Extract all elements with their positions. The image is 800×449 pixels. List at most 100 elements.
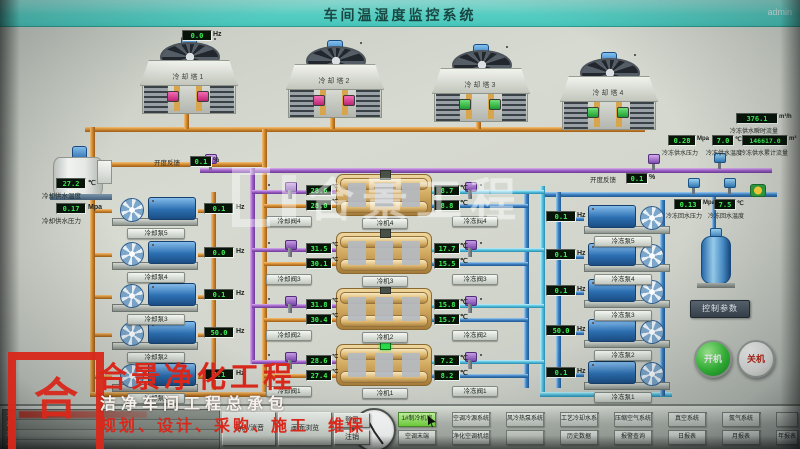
pump-label: 冷却泵3 bbox=[127, 314, 185, 325]
cooling-valve-icon[interactable] bbox=[284, 296, 296, 313]
cooling-tower-1[interactable]: 冷却塔1 bbox=[140, 36, 236, 114]
expansion-tank[interactable] bbox=[700, 228, 732, 288]
pipe bbox=[95, 295, 112, 299]
pipe bbox=[95, 333, 112, 337]
valve-label: 冷冻阀2 bbox=[452, 330, 498, 341]
nav-daily-report[interactable]: 日报表 bbox=[668, 430, 706, 445]
chw-out-temp-display: 15.8 bbox=[434, 299, 460, 310]
pipe bbox=[200, 168, 772, 173]
compressor-icons bbox=[348, 297, 420, 321]
celsius-unit-label: ℃ bbox=[332, 184, 338, 190]
cooling-tower-4[interactable]: 冷却塔4 bbox=[560, 52, 656, 130]
celsius-unit-label: ℃ bbox=[460, 242, 468, 250]
temp-transmitter-icon bbox=[724, 178, 734, 193]
nav-ahu-terminals[interactable]: 空调末端 bbox=[398, 430, 436, 445]
chw-in-temp-display: 8.8 bbox=[434, 200, 460, 211]
login-button[interactable]: 登录 bbox=[334, 413, 370, 428]
cooling-pump-3[interactable] bbox=[112, 282, 198, 312]
cooling-pump-4[interactable] bbox=[112, 240, 198, 270]
impeller-icon bbox=[640, 206, 664, 230]
nav-indicator bbox=[489, 430, 502, 443]
celsius-unit-label: ℃ bbox=[460, 369, 468, 377]
alarm-row[interactable]: 3 bbox=[3, 430, 219, 440]
impeller-icon bbox=[120, 322, 144, 346]
alarm-indicator-icon bbox=[268, 354, 280, 360]
nav-alarm-query[interactable]: 报警查询 bbox=[614, 430, 652, 445]
chilled-pump-2[interactable] bbox=[584, 318, 670, 348]
nav-button-blank[interactable] bbox=[506, 430, 544, 445]
valve-label: 冷却阀3 bbox=[266, 274, 312, 285]
chw-supply-pressure-label: 冷冻供水压力 bbox=[662, 148, 698, 157]
alarm-indicator-icon bbox=[360, 42, 372, 48]
cooling-pump-5[interactable] bbox=[112, 196, 198, 226]
hz-unit-label: Hz bbox=[213, 31, 222, 38]
tower-valve-icon bbox=[343, 95, 355, 106]
cooling-tower-3[interactable]: 冷却塔3 bbox=[432, 44, 528, 122]
cooling-pump-1[interactable] bbox=[112, 362, 198, 392]
pump-hz-display: 0.0 bbox=[204, 247, 234, 258]
nav-indicator bbox=[651, 412, 664, 425]
nav-yearly-report[interactable]: 年报表 bbox=[776, 430, 798, 445]
nav-vacuum-system[interactable]: 真空系统 bbox=[668, 412, 706, 427]
celsius-unit-label: ℃ bbox=[460, 298, 468, 306]
alarm-row[interactable]: 1 bbox=[3, 410, 219, 420]
nav-air-cooled-heatpump[interactable]: 风冷热泵系统 bbox=[506, 412, 544, 427]
chw-return-pressure-display: 0.13 bbox=[674, 199, 702, 210]
chiller-1[interactable] bbox=[336, 344, 432, 386]
hz-unit-label: Hz bbox=[236, 290, 245, 297]
supply-temp-display: 27.2 bbox=[56, 178, 86, 189]
percent-unit-label: % bbox=[649, 174, 655, 181]
chiller-2[interactable] bbox=[336, 288, 432, 330]
stop-button[interactable]: 关机 bbox=[737, 340, 775, 378]
alarm-list[interactable]: 1 2 3 4 bbox=[2, 409, 220, 449]
nav-compressed-air[interactable]: 压缩空气系统 bbox=[614, 412, 652, 427]
nav-button-blank[interactable] bbox=[776, 412, 798, 427]
impeller-icon bbox=[640, 320, 664, 344]
alarm-indicator-icon bbox=[634, 54, 646, 60]
nav-hvac-cold-source[interactable]: 空调冷源系统 bbox=[452, 412, 490, 427]
valve-feedback-display: 0.1 bbox=[626, 173, 648, 184]
chw-in-temp-display: 15.5 bbox=[434, 258, 460, 269]
chiller-4[interactable] bbox=[336, 174, 432, 216]
celsius-unit-label: ℃ bbox=[332, 257, 338, 263]
control-params-button[interactable]: 控制参数 bbox=[690, 300, 750, 318]
hz-unit-label: Hz bbox=[577, 286, 586, 293]
chw-supply-pressure-display: 0.28 bbox=[668, 135, 696, 146]
pipe bbox=[95, 375, 112, 379]
pump-label: 冷冻泵5 bbox=[594, 236, 652, 247]
nav-history-data[interactable]: 历史数据 bbox=[560, 430, 598, 445]
total-flow-label: 冷冻供水累计流量 bbox=[740, 148, 788, 157]
chw-return-temp-label: 冷冻回水温度 bbox=[708, 211, 744, 220]
chilled-pump-1[interactable] bbox=[584, 360, 670, 390]
pump-hz-display: 0.1 bbox=[204, 369, 234, 380]
ball-valve-icon[interactable] bbox=[750, 184, 766, 197]
cw-out-temp-display: 30.1 bbox=[306, 258, 332, 269]
cooling-valve-icon[interactable] bbox=[284, 182, 296, 199]
alarm-row[interactable]: 2 bbox=[3, 420, 219, 430]
chiller-label: 冷机4 bbox=[362, 218, 408, 229]
tower-valve-icon bbox=[587, 107, 599, 118]
nav-monthly-report[interactable]: 月报表 bbox=[722, 430, 760, 445]
nav-indicator bbox=[759, 430, 772, 443]
chiller-3[interactable] bbox=[336, 232, 432, 274]
pipe bbox=[524, 190, 529, 388]
start-button[interactable]: 开机 bbox=[694, 340, 732, 378]
chw-out-temp-display: 7.2 bbox=[434, 355, 460, 366]
chilled-pump-5[interactable] bbox=[584, 204, 670, 234]
status-indicator-icon bbox=[592, 208, 606, 215]
logout-button[interactable]: 注销 bbox=[334, 430, 370, 445]
alarm-ack-button[interactable]: 确认/消音 bbox=[222, 412, 276, 446]
nav-clean-ahu[interactable]: 净化空调机组 bbox=[452, 430, 490, 445]
valve-label: 冷却阀1 bbox=[266, 386, 312, 397]
cooling-tower-2[interactable]: 冷却塔2 bbox=[286, 40, 382, 118]
valve-label: 冷却阀2 bbox=[266, 330, 312, 341]
alarm-row[interactable]: 4 bbox=[3, 440, 219, 449]
pump-label: 冷冻泵3 bbox=[594, 310, 652, 321]
cooling-valve-icon[interactable] bbox=[284, 352, 296, 369]
cooling-valve-icon[interactable] bbox=[284, 240, 296, 257]
screen-browse-button[interactable]: 画面浏览 bbox=[278, 412, 332, 446]
pump-label: 冷却泵1 bbox=[127, 393, 185, 404]
chiller-label: 冷机1 bbox=[362, 388, 408, 399]
nav-process-cooling-water[interactable]: 工艺冷却水系统 bbox=[560, 412, 598, 427]
nav-nitrogen-system[interactable]: 氮气系统 bbox=[722, 412, 760, 427]
